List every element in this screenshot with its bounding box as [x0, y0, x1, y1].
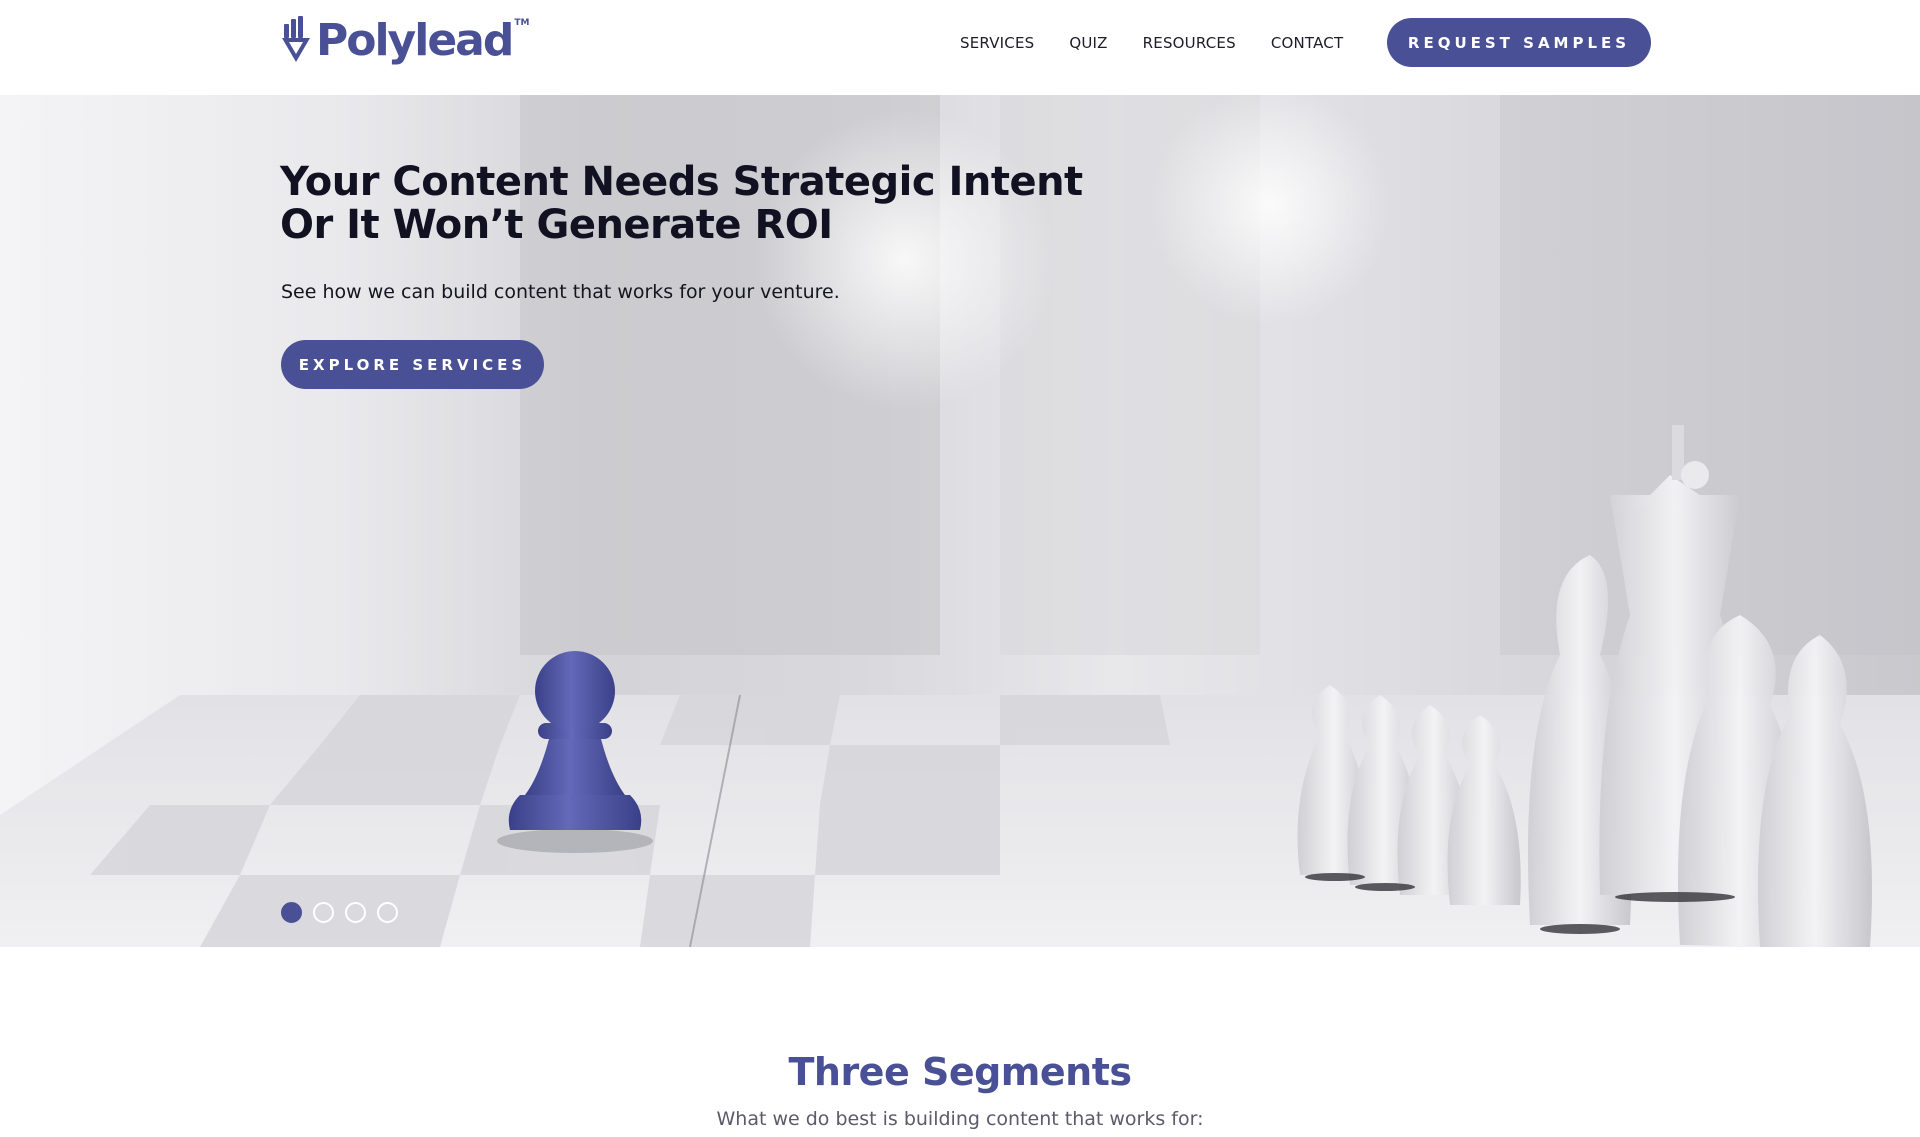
- slider-pagination: [281, 902, 398, 923]
- hero-bottom-wave: [0, 947, 1920, 1014]
- hero-slider: Your Content Needs Strategic Intent Or I…: [0, 95, 1920, 947]
- main-nav: SERVICES QUIZ RESOURCES CONTACT: [960, 29, 1378, 57]
- slide-dot-3[interactable]: [345, 902, 366, 923]
- three-segments-title: Three Segments: [788, 1050, 1132, 1094]
- explore-services-button[interactable]: EXPLORE SERVICES: [281, 340, 544, 389]
- site-header: Polylead TM SERVICES QUIZ RESOURCES CONT…: [0, 0, 1920, 95]
- logo-mark-icon: [282, 16, 310, 62]
- nav-item-quiz[interactable]: QUIZ: [1069, 34, 1107, 52]
- nav-item-contact[interactable]: CONTACT: [1271, 34, 1344, 52]
- polylead-logo[interactable]: Polylead TM: [280, 12, 529, 68]
- slide-dot-2[interactable]: [313, 902, 334, 923]
- nav-item-services[interactable]: SERVICES: [960, 34, 1034, 52]
- nav-item-resources[interactable]: RESOURCES: [1143, 34, 1236, 52]
- hero-headline: Your Content Needs Strategic Intent Or I…: [280, 159, 1083, 248]
- hero-subheadline: See how we can build content that works …: [281, 281, 840, 303]
- request-samples-button[interactable]: REQUEST SAMPLES: [1387, 18, 1651, 67]
- slide-dot-4[interactable]: [377, 902, 398, 923]
- trademark-symbol: TM: [514, 18, 530, 28]
- slide-dot-1[interactable]: [281, 902, 302, 923]
- logo-wordmark: Polylead: [316, 14, 514, 66]
- three-segments-subtitle: What we do best is building content that…: [716, 1108, 1204, 1130]
